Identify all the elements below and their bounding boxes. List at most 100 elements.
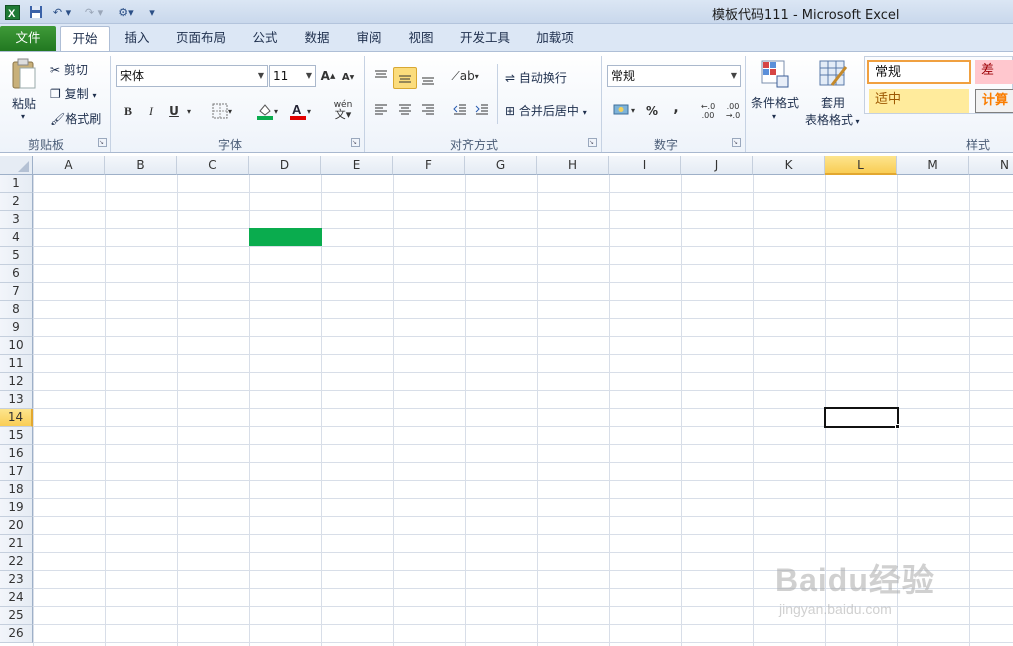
conditional-format-dropdown-icon[interactable]: ▾ [772, 112, 776, 121]
align-right-icon[interactable] [418, 100, 438, 120]
wrap-text-button[interactable]: ⇌ 自动换行 [505, 69, 567, 86]
grow-font-icon[interactable]: A ▲ [320, 67, 336, 85]
border-icon[interactable]: ▾ [208, 102, 236, 120]
currency-format-icon[interactable]: ▾ [609, 100, 639, 120]
align-top-icon[interactable] [371, 66, 391, 86]
underline-button[interactable]: U [165, 101, 183, 121]
table-format-label-1[interactable]: 套用 [821, 94, 845, 111]
clipboard-launcher-icon[interactable]: ↘ [98, 138, 107, 147]
column-header-h[interactable]: H [537, 156, 609, 175]
row-header-12[interactable]: 12 [0, 373, 33, 391]
redo-icon[interactable]: ↷ ▾ [82, 3, 106, 21]
row-header-19[interactable]: 19 [0, 499, 33, 517]
percent-style-button[interactable]: % [643, 101, 661, 121]
tab-home[interactable]: 开始 [60, 26, 110, 51]
align-center-icon[interactable] [395, 100, 415, 120]
merge-center-button[interactable]: ⊞ 合并后居中 ▾ [505, 102, 587, 119]
comma-style-button[interactable]: , [667, 98, 685, 118]
table-format-icon[interactable] [817, 58, 849, 90]
italic-button[interactable]: I [142, 101, 160, 121]
fill-handle[interactable] [895, 424, 900, 429]
format-painter-button[interactable]: 🖌格式刷 [50, 110, 101, 127]
row-header-16[interactable]: 16 [0, 445, 33, 463]
row-header-2[interactable]: 2 [0, 193, 33, 211]
row-header-10[interactable]: 10 [0, 337, 33, 355]
column-header-j[interactable]: J [681, 156, 753, 175]
active-cell-l14[interactable] [824, 407, 899, 428]
conditional-format-icon[interactable] [759, 58, 791, 90]
style-neutral[interactable]: 适中 [869, 89, 969, 113]
decrease-indent-icon[interactable] [450, 100, 470, 120]
number-launcher-icon[interactable]: ↘ [732, 138, 741, 147]
style-calculation[interactable]: 计算 [975, 89, 1013, 113]
tab-formulas[interactable]: 公式 [244, 26, 286, 51]
align-left-icon[interactable] [371, 100, 391, 120]
decrease-decimal-icon[interactable]: .00 →.0 [721, 100, 745, 122]
conditional-format-label[interactable]: 条件格式 [751, 94, 799, 111]
font-size-select[interactable]: 11 ▼ [269, 65, 316, 87]
orientation-icon[interactable]: ⟋ab ▾ [451, 66, 478, 86]
excel-app-icon[interactable]: X [4, 3, 20, 21]
cut-button[interactable]: ✂ 剪切 [50, 61, 88, 78]
paste-icon[interactable] [8, 56, 40, 92]
column-header-l[interactable]: L [825, 156, 897, 175]
column-header-k[interactable]: K [753, 156, 825, 175]
copy-button[interactable]: ❐ 复制 ▾ [50, 85, 96, 102]
column-header-c[interactable]: C [177, 156, 249, 175]
row-header-14[interactable]: 14 [0, 409, 33, 427]
row-header-18[interactable]: 18 [0, 481, 33, 499]
row-header-20[interactable]: 20 [0, 517, 33, 535]
paste-dropdown-icon[interactable]: ▾ [21, 112, 25, 121]
row-header-5[interactable]: 5 [0, 247, 33, 265]
align-bottom-icon[interactable] [418, 69, 438, 89]
row-header-6[interactable]: 6 [0, 265, 33, 283]
table-format-label-2[interactable]: 表格格式 ▾ [805, 111, 860, 128]
align-middle-icon[interactable] [393, 67, 417, 89]
style-normal[interactable]: 常规 [867, 60, 971, 84]
column-header-d[interactable]: D [249, 156, 321, 175]
tab-data[interactable]: 数据 [296, 26, 338, 51]
bold-button[interactable]: B [119, 101, 137, 121]
row-header-24[interactable]: 24 [0, 589, 33, 607]
number-format-select[interactable]: 常规 ▼ [607, 65, 741, 87]
filled-cell-d4[interactable] [249, 228, 322, 246]
column-header-f[interactable]: F [393, 156, 465, 175]
column-header-g[interactable]: G [465, 156, 537, 175]
row-header-25[interactable]: 25 [0, 607, 33, 625]
row-header-21[interactable]: 21 [0, 535, 33, 553]
column-header-i[interactable]: I [609, 156, 681, 175]
row-header-7[interactable]: 7 [0, 283, 33, 301]
column-header-a[interactable]: A [33, 156, 105, 175]
row-header-26[interactable]: 26 [0, 625, 33, 643]
row-header-13[interactable]: 13 [0, 391, 33, 409]
tab-review[interactable]: 审阅 [348, 26, 390, 51]
tab-insert[interactable]: 插入 [114, 26, 160, 51]
row-header-8[interactable]: 8 [0, 301, 33, 319]
phonetic-guide-icon[interactable]: wén 文▾ [328, 99, 358, 121]
column-header-n[interactable]: N [969, 156, 1013, 175]
row-header-9[interactable]: 9 [0, 319, 33, 337]
font-color-icon[interactable]: A ▾ [285, 101, 315, 121]
tab-view[interactable]: 视图 [400, 26, 442, 51]
row-header-4[interactable]: 4 [0, 229, 33, 247]
row-header-15[interactable]: 15 [0, 427, 33, 445]
tab-page-layout[interactable]: 页面布局 [168, 26, 234, 51]
tab-addins[interactable]: 加载项 [528, 26, 582, 51]
column-header-m[interactable]: M [897, 156, 969, 175]
font-launcher-icon[interactable]: ↘ [351, 138, 360, 147]
shrink-font-icon[interactable]: A ▼ [340, 68, 356, 86]
row-header-22[interactable]: 22 [0, 553, 33, 571]
undo-icon[interactable]: ↶ ▾ [50, 3, 74, 21]
row-header-23[interactable]: 23 [0, 571, 33, 589]
alignment-launcher-icon[interactable]: ↘ [588, 138, 597, 147]
tab-file[interactable]: 文件 [0, 26, 56, 51]
column-header-b[interactable]: B [105, 156, 177, 175]
font-name-select[interactable]: 宋体 ▼ [116, 65, 268, 87]
select-all-corner[interactable] [0, 156, 33, 175]
save-icon[interactable] [28, 3, 44, 21]
quick-tool-icon[interactable]: ⚙▾ [112, 3, 140, 21]
column-header-e[interactable]: E [321, 156, 393, 175]
style-bad[interactable]: 差 [975, 60, 1013, 84]
row-header-17[interactable]: 17 [0, 463, 33, 481]
paste-button-label[interactable]: 粘贴 [12, 95, 36, 112]
